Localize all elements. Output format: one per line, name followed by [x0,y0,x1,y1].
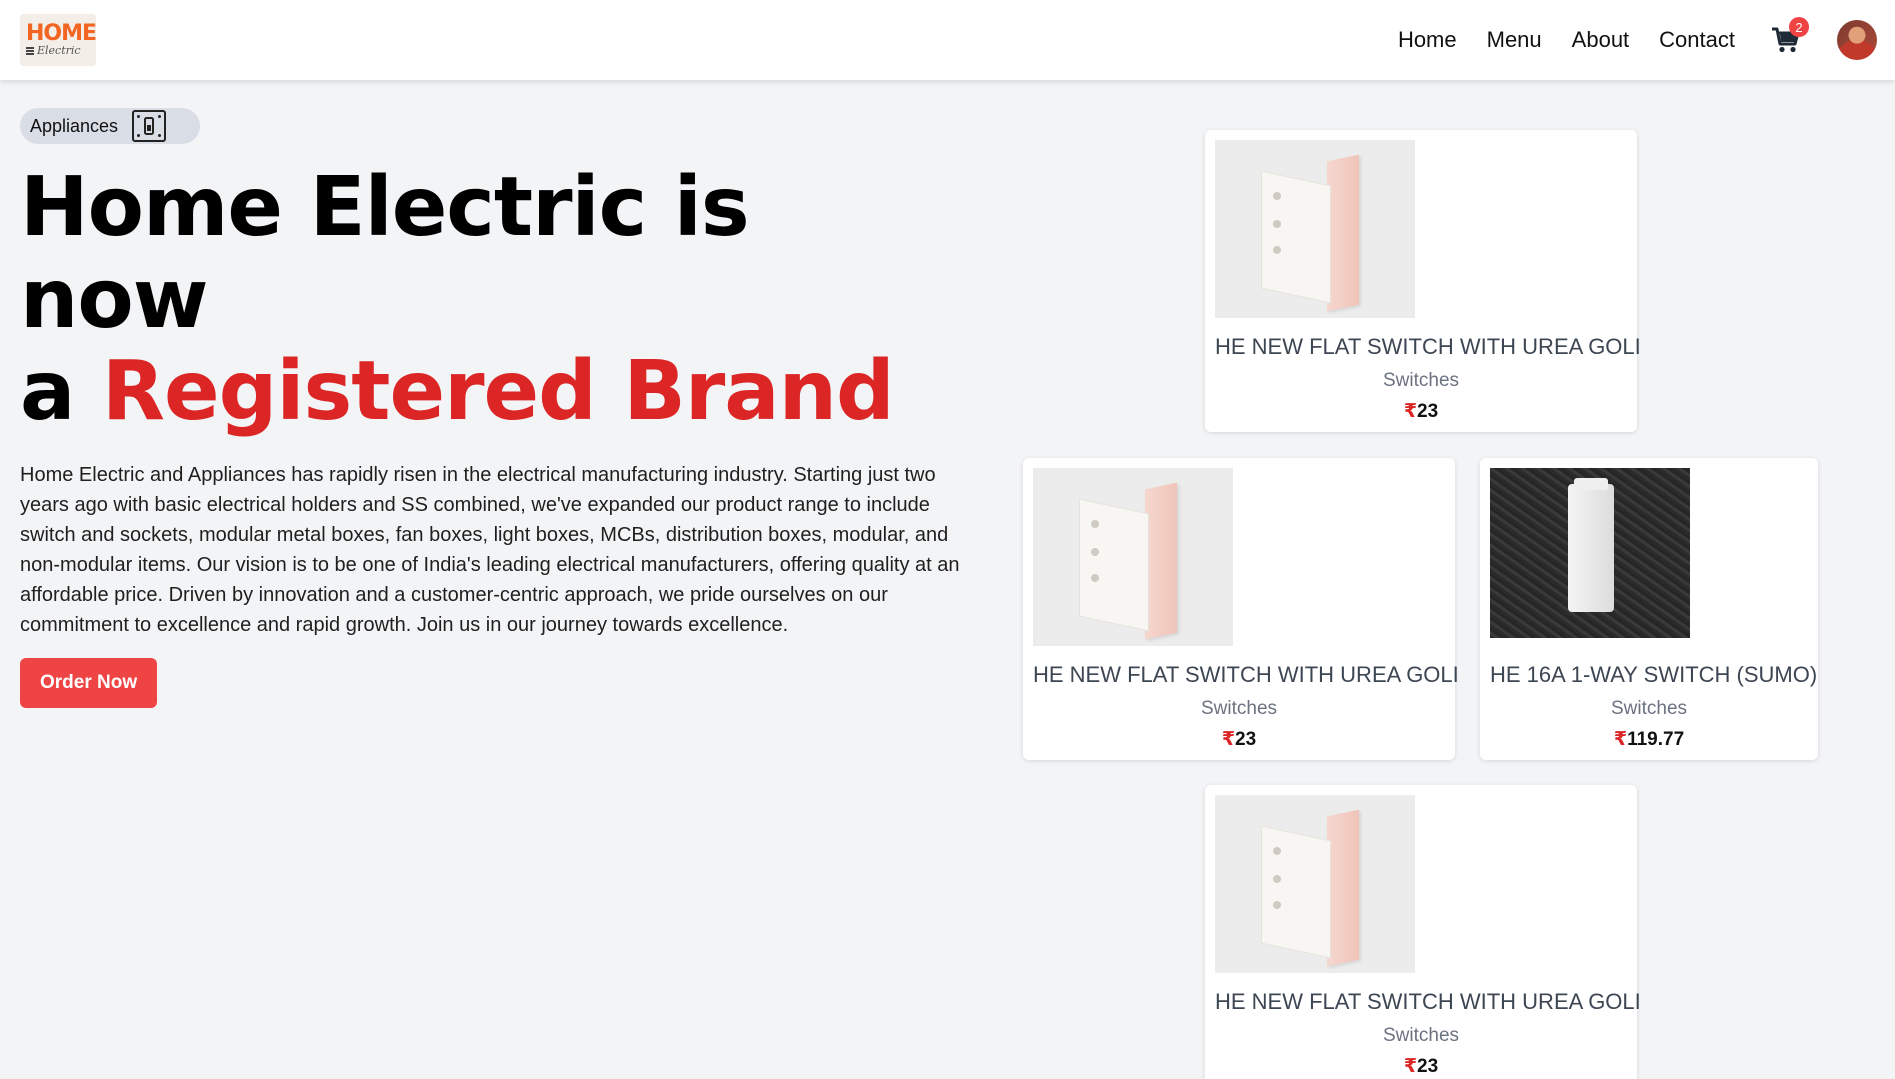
logo-subtitle-row: Electric [26,45,96,57]
logo-bars-icon [26,47,34,55]
product-card[interactable]: HE NEW FLAT SWITCH WITH UREA GOLI Switch… [1205,785,1641,1079]
order-now-button[interactable]: Order Now [20,658,158,708]
nav-link-about[interactable]: About [1572,27,1630,53]
product-image [1215,140,1415,318]
product-name: HE NEW FLAT SWITCH WITH UREA GOLI [1215,989,1641,1014]
cart-count-badge: 2 [1789,17,1809,37]
navbar: HOME Electric Home Menu About Contact 2 [0,0,1895,80]
product-price-value: 23 [1417,401,1439,422]
headline-line1: Home Electric is now [20,160,750,347]
headline-prefix: a [20,344,102,439]
product-card[interactable]: HE 16A 1-WAY SWITCH (SUMO) Switches ₹119… [1480,458,1818,760]
category-pill: Appliances [20,108,201,144]
currency-symbol: ₹ [1403,401,1418,422]
currency-symbol: ₹ [1221,729,1236,750]
nav-menu: Home Menu About Contact 2 [1368,17,1877,60]
product-price: ₹23 [1215,400,1627,423]
category-pill-label: Appliances [30,115,119,136]
hero-headline: Home Electric is now a Registered Brand [20,162,960,438]
product-category: Switches [1382,1025,1460,1046]
logo-title: HOME [26,21,96,46]
product-category: Switches [1200,698,1278,719]
nav-link-contact[interactable]: Contact [1659,27,1735,53]
switch-icon [132,110,167,142]
product-price: ₹23 [1033,728,1445,751]
brand-logo[interactable]: HOME Electric [20,14,96,66]
hero-section: Appliances Home Electric is now a Regist… [20,108,960,708]
product-price-value: 23 [1417,1056,1439,1077]
product-image [1215,795,1415,973]
product-price-value: 119.77 [1627,729,1685,750]
currency-symbol: ₹ [1403,1056,1418,1077]
product-name: HE NEW FLAT SWITCH WITH UREA GOLI [1033,662,1459,687]
currency-symbol: ₹ [1613,729,1628,750]
nav-link-home[interactable]: Home [1398,27,1457,53]
product-price: ₹119.77 [1490,728,1808,751]
product-category: Switches [1382,370,1460,391]
cart-button[interactable]: 2 [1769,17,1809,57]
hero-description: Home Electric and Appliances has rapidly… [20,464,960,636]
headline-highlight: Registered Brand [101,344,895,439]
product-image [1490,468,1690,638]
product-price-value: 23 [1235,729,1257,750]
product-name: HE NEW FLAT SWITCH WITH UREA GOLI [1215,334,1641,359]
product-image [1033,468,1233,646]
product-card[interactable]: HE NEW FLAT SWITCH WITH UREA GOLI Switch… [1205,130,1641,432]
product-price: ₹23 [1215,1055,1627,1078]
user-avatar[interactable] [1837,20,1877,60]
product-card[interactable]: HE NEW FLAT SWITCH WITH UREA GOLI Switch… [1023,458,1459,760]
nav-link-menu[interactable]: Menu [1487,27,1542,53]
logo-subtitle: Electric [37,44,81,57]
product-category: Switches [1610,698,1688,719]
product-name: HE 16A 1-WAY SWITCH (SUMO) [1490,662,1818,687]
